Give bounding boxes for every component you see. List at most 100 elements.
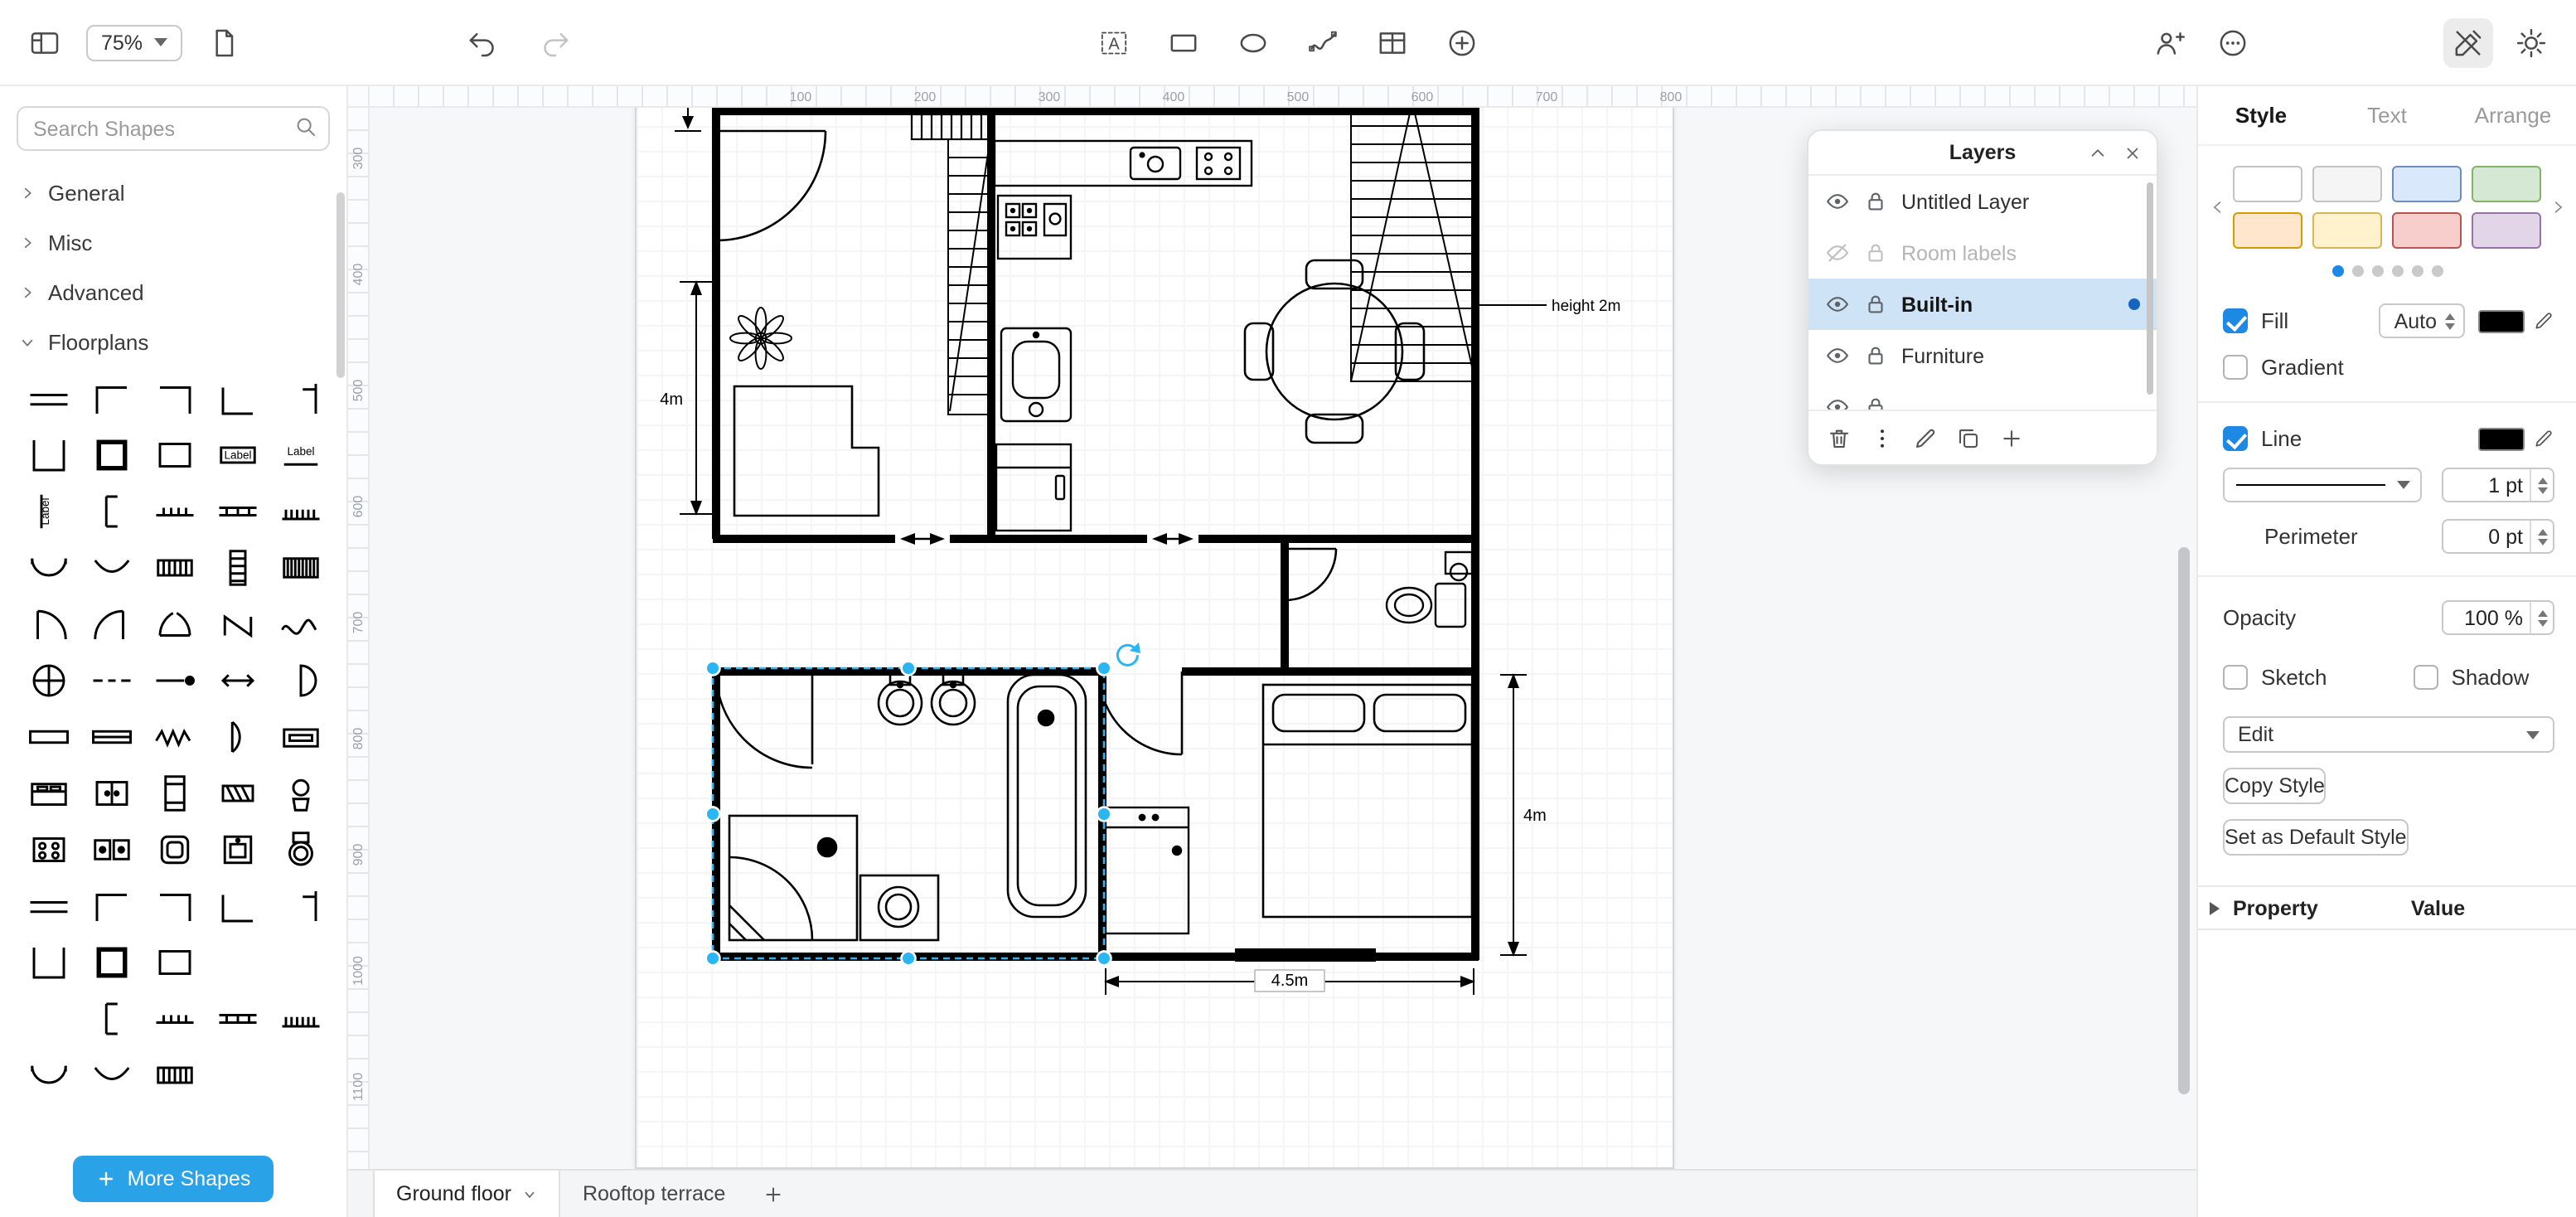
table-tool-icon[interactable] xyxy=(1368,17,1417,67)
presets-prev-icon[interactable] xyxy=(2206,197,2228,217)
eye-icon[interactable] xyxy=(1825,395,1850,410)
floorplan-shape-thumbnail[interactable] xyxy=(80,708,143,764)
close-panel-icon[interactable] xyxy=(2123,143,2142,162)
shadow-checkbox[interactable] xyxy=(2413,665,2438,690)
floorplan-shape-thumbnail[interactable] xyxy=(143,595,206,652)
dining-table[interactable] xyxy=(1243,259,1426,444)
floorplan-shape-thumbnail[interactable] xyxy=(206,764,269,821)
floorplan-shape-thumbnail[interactable] xyxy=(80,595,143,652)
zoom-dropdown[interactable]: 75% xyxy=(86,24,183,61)
more-menu-icon[interactable] xyxy=(2208,17,2258,67)
line-color-edit-icon[interactable] xyxy=(2533,428,2554,449)
stepper-arrows-icon[interactable] xyxy=(2530,521,2553,552)
delete-layer-icon[interactable] xyxy=(1827,425,1852,450)
sidebar-section-general[interactable]: General xyxy=(0,167,346,217)
canvas-vertical-scrollbar[interactable] xyxy=(2178,547,2190,1094)
floorplan-shape-thumbnail[interactable] xyxy=(143,652,206,708)
floorplan-shape-thumbnail[interactable] xyxy=(17,821,80,877)
fill-checkbox[interactable] xyxy=(2223,308,2248,333)
dimension-right-label[interactable]: 4m xyxy=(1523,807,1547,825)
floorplan-shape-thumbnail[interactable] xyxy=(143,877,206,933)
layer-row[interactable]: Built-in xyxy=(1809,279,2157,330)
ellipse-tool-icon[interactable] xyxy=(1228,17,1278,67)
kitchen-fixtures[interactable] xyxy=(993,139,1253,532)
floorplan-drawing[interactable]: height 2m 4m 4m 4.5m xyxy=(635,99,1674,1169)
floorplan-shape-thumbnail[interactable] xyxy=(269,990,332,1046)
floorplan-shape-thumbnail[interactable] xyxy=(206,708,269,764)
floorplan-shape-thumbnail[interactable] xyxy=(206,595,269,652)
floorplan-shape-thumbnail[interactable] xyxy=(80,764,143,821)
undo-icon[interactable] xyxy=(458,17,507,67)
dimension-bottom-label[interactable]: 4.5m xyxy=(1271,972,1308,990)
set-default-style-button[interactable]: Set as Default Style xyxy=(2223,819,2409,856)
style-preset-swatch[interactable] xyxy=(2312,212,2382,249)
swatch-page-dot[interactable] xyxy=(2371,265,2383,277)
line-checkbox[interactable] xyxy=(2223,426,2248,451)
floorplan-shape-thumbnail[interactable] xyxy=(269,482,332,539)
floorplan-shape-thumbnail[interactable] xyxy=(80,821,143,877)
height-annotation-group[interactable]: height 2m xyxy=(1479,298,1620,315)
tab-arrange[interactable]: Arrange xyxy=(2450,86,2576,144)
floorplan-shape-thumbnail[interactable] xyxy=(143,426,206,482)
floorplan-shape-thumbnail[interactable] xyxy=(269,821,332,877)
page-tab[interactable]: Rooftop terrace xyxy=(561,1171,747,1217)
sketch-style-toggle-icon[interactable] xyxy=(2443,17,2493,67)
sidebar-scrollbar[interactable] xyxy=(337,192,345,378)
floorplan-shape-thumbnail[interactable] xyxy=(17,877,80,933)
floorplan-shape-thumbnail[interactable] xyxy=(143,933,206,990)
fill-color-edit-icon[interactable] xyxy=(2533,310,2554,332)
toggle-panels-icon[interactable] xyxy=(20,17,70,67)
stairs-small[interactable] xyxy=(947,138,992,415)
perimeter-stepper[interactable]: 0 pt xyxy=(2442,519,2554,554)
collapse-panel-icon[interactable] xyxy=(2089,143,2107,162)
style-preset-swatch[interactable] xyxy=(2392,212,2462,249)
threshold[interactable] xyxy=(1235,948,1376,962)
floorplan-shape-thumbnail[interactable] xyxy=(17,370,80,426)
add-page-icon[interactable] xyxy=(747,1171,800,1217)
fill-mode-select[interactable]: Auto xyxy=(2379,303,2465,338)
copy-style-button[interactable]: Copy Style xyxy=(2223,768,2327,804)
duplicate-layer-icon[interactable] xyxy=(1956,425,1981,450)
layer-menu-icon[interactable] xyxy=(1870,425,1895,450)
bathroom-fixtures[interactable] xyxy=(728,672,1087,942)
floorplan-shape-thumbnail[interactable] xyxy=(143,1046,206,1103)
expand-triangle-icon[interactable] xyxy=(2210,901,2220,914)
layer-row[interactable]: Untitled Layer xyxy=(1809,176,2157,227)
eye-icon[interactable] xyxy=(1825,292,1850,317)
floorplan-shape-thumbnail[interactable] xyxy=(206,539,269,595)
sketch-checkbox[interactable] xyxy=(2223,665,2248,690)
floorplan-shape-thumbnail[interactable] xyxy=(206,482,269,539)
swatch-page-dot[interactable] xyxy=(2431,265,2443,277)
floorplan-shape-thumbnail[interactable] xyxy=(206,652,269,708)
floorplan-shape-thumbnail[interactable] xyxy=(269,708,332,764)
floorplan-shape-thumbnail[interactable] xyxy=(269,764,332,821)
line-color-swatch[interactable] xyxy=(2478,427,2525,450)
style-preset-swatch[interactable] xyxy=(2233,212,2302,249)
layer-row[interactable]: Room labels xyxy=(1809,227,2157,279)
bed[interactable] xyxy=(1261,683,1474,919)
floorplan-shape-thumbnail[interactable] xyxy=(17,990,80,1046)
tab-text[interactable]: Text xyxy=(2324,86,2450,144)
gradient-checkbox[interactable] xyxy=(2223,355,2248,380)
desk[interactable] xyxy=(733,385,880,517)
floorplan-shape-thumbnail[interactable] xyxy=(143,990,206,1046)
search-input[interactable] xyxy=(17,106,330,151)
floorplan-shape-thumbnail[interactable] xyxy=(80,990,143,1046)
floorplan-shape-thumbnail[interactable]: Label xyxy=(206,426,269,482)
edit-style-select[interactable]: Edit xyxy=(2223,716,2554,753)
floorplan-shape-thumbnail[interactable] xyxy=(17,426,80,482)
stairs-large[interactable] xyxy=(1350,107,1476,382)
more-shapes-button[interactable]: More Shapes xyxy=(72,1156,274,1202)
style-preset-swatch[interactable] xyxy=(2392,166,2462,202)
layers-scrollbar[interactable] xyxy=(2147,182,2153,395)
style-preset-swatch[interactable] xyxy=(2472,166,2541,202)
insert-shape-icon[interactable] xyxy=(1437,17,1487,67)
height-annotation-label[interactable]: height 2m xyxy=(1552,298,1620,315)
floorplan-shape-thumbnail[interactable] xyxy=(80,482,143,539)
page-tab[interactable]: Ground floor xyxy=(373,1171,561,1217)
floorplan-shape-thumbnail[interactable] xyxy=(17,1046,80,1103)
floorplan-shape-thumbnail[interactable] xyxy=(206,821,269,877)
style-preset-swatch[interactable] xyxy=(2233,166,2302,202)
dimension-left-label[interactable]: 4m xyxy=(660,390,683,409)
stepper-arrows-icon[interactable] xyxy=(2530,602,2553,633)
